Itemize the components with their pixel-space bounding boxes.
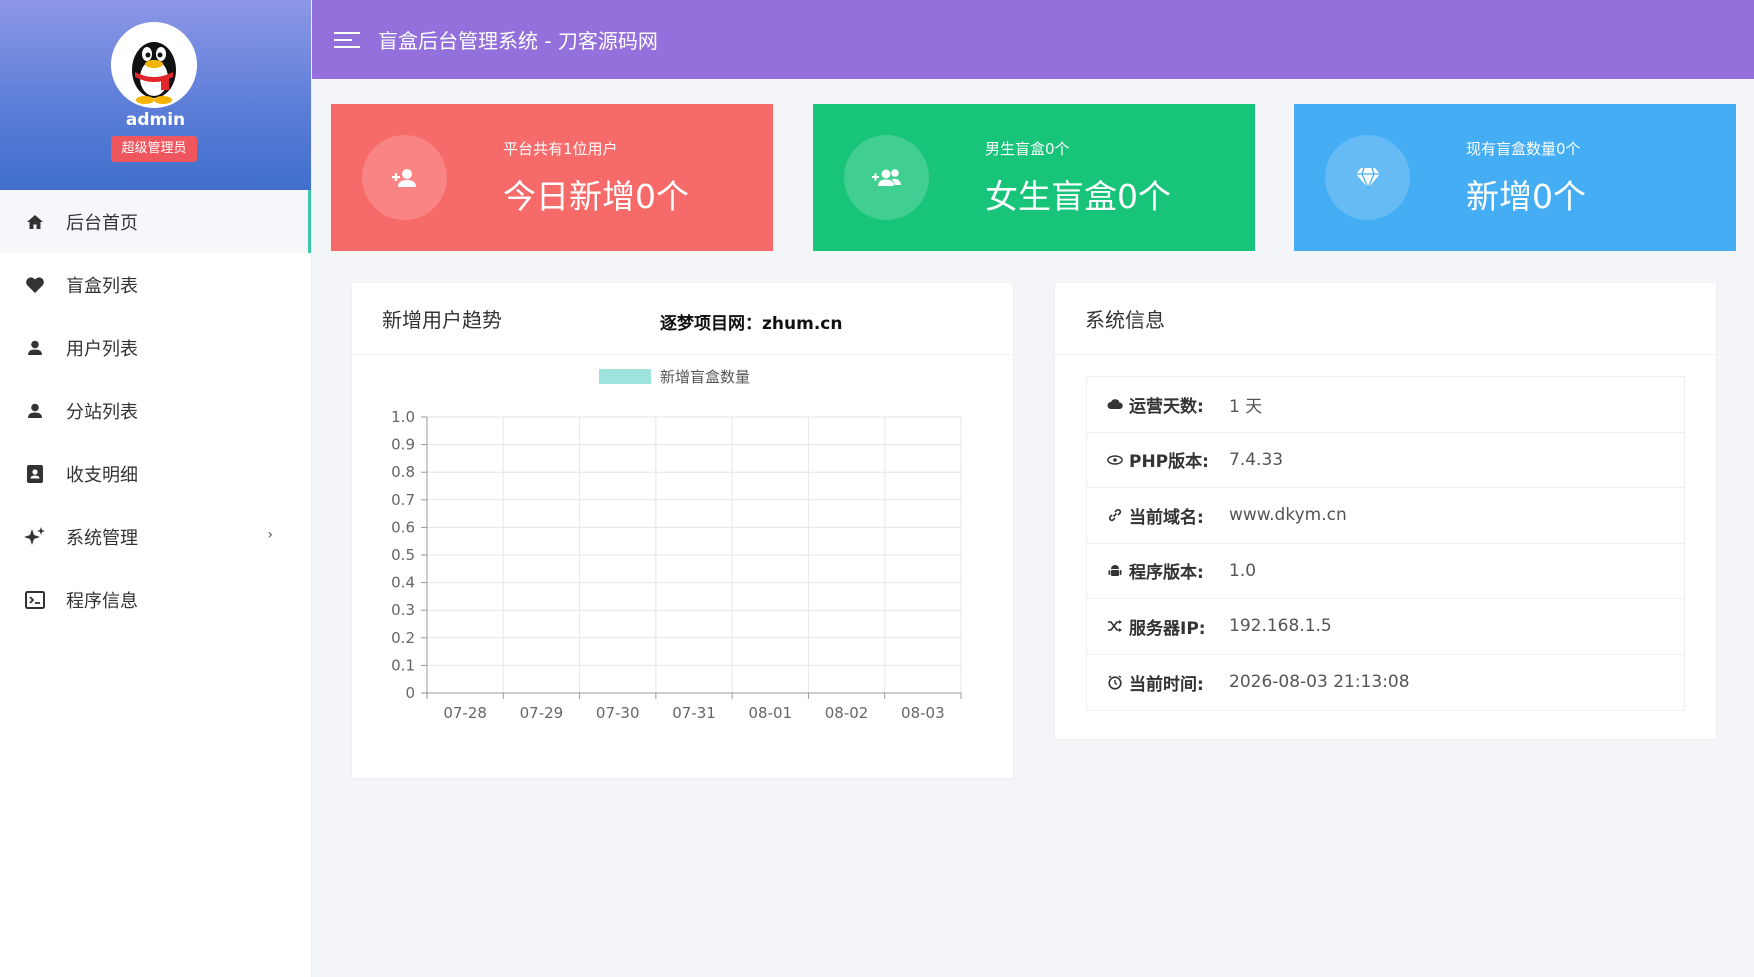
stat-card-subtitle: 现有盲盒数量0个 (1466, 140, 1581, 158)
users-add-icon (844, 135, 929, 220)
link-icon (1107, 507, 1123, 523)
y-tick-label: 0.9 (391, 436, 415, 454)
page-title: 盲盒后台管理系统 - 刀客源码网 (378, 29, 658, 53)
android-icon (1107, 563, 1123, 579)
sidebar-item-blindbox-list[interactable]: 盲盒列表 (0, 253, 311, 316)
info-label: PHP版本: (1129, 452, 1209, 473)
info-value[interactable]: www.dkym.cn (1229, 505, 1347, 525)
system-info-panel: 系统信息 运营天数: 1 天 PHP版本: 7.4.33 当前域名: www.d… (1054, 282, 1717, 740)
contact-book-icon (24, 463, 46, 485)
info-label: 当前时间: (1129, 674, 1204, 695)
watermark-text: 逐梦项目网：zhum.cn (660, 314, 843, 334)
sidebar-item-label: 盲盒列表 (66, 275, 138, 297)
sidebar-item-label: 用户列表 (66, 338, 138, 360)
trend-chart-panel: 新增用户趋势 逐梦项目网：zhum.cn 新增盲盒数量 0 0.1 0.2 0.3 0.4… (351, 282, 1014, 779)
y-tick-label: 1.0 (391, 408, 415, 426)
info-value: 192.168.1.5 (1229, 616, 1332, 637)
stat-card-value: 新增0个 (1466, 177, 1586, 216)
y-tick-label: 0.3 (391, 601, 415, 619)
info-label: 程序版本: (1129, 563, 1204, 584)
stat-card-value: 女生盲盒0个 (985, 177, 1171, 216)
info-row-domain: 当前域名: www.dkym.cn (1087, 488, 1684, 544)
sidebar-item-finance-detail[interactable]: 收支明细 (0, 442, 311, 505)
sidebar-item-system-management[interactable]: 系统管理 › (0, 505, 311, 568)
legend-label: 新增盲盒数量 (660, 368, 750, 386)
trend-panel-header: 新增用户趋势 逐梦项目网：zhum.cn (352, 283, 1013, 355)
stat-card-users: 平台共有1位用户 今日新增0个 (331, 104, 773, 251)
y-tick-label: 0.6 (391, 518, 415, 536)
info-value: 2026-08-03 21:13:08 (1229, 672, 1410, 693)
y-tick-label: 0.2 (391, 629, 415, 647)
sidebar-item-label: 后台首页 (66, 212, 138, 234)
sidebar-item-label: 程序信息 (66, 590, 138, 612)
sidebar: admin 超级管理员 后台首页 盲盒列表 用户列表 分站列表 收支明细 系统管… (0, 0, 312, 977)
y-tick-label: 0.4 (391, 574, 415, 592)
x-tick-label: 07-28 (443, 704, 487, 722)
sidebar-item-label: 分站列表 (66, 401, 138, 423)
sidebar-item-label: 系统管理 (66, 527, 138, 549)
info-row-php-version: PHP版本: 7.4.33 (1087, 433, 1684, 488)
stat-card-subtitle: 平台共有1位用户 (503, 140, 618, 158)
eye-icon (1107, 452, 1123, 468)
stat-card-inventory: 现有盲盒数量0个 新增0个 (1294, 104, 1736, 251)
user-add-icon (362, 135, 447, 220)
role-badge: 超级管理员 (111, 136, 197, 162)
y-tick-label: 0.7 (391, 491, 415, 509)
panel-title: 系统信息 (1085, 308, 1165, 332)
profile-panel: admin 超级管理员 (0, 0, 311, 190)
x-tick-label: 08-01 (748, 704, 792, 722)
x-tick-label: 08-02 (825, 704, 869, 722)
info-row-uptime: 运营天数: 1 天 (1087, 377, 1684, 433)
stat-card-subtitle: 男生盲盒0个 (985, 140, 1070, 158)
diamond-icon (1325, 135, 1410, 220)
info-label: 服务器IP: (1129, 618, 1206, 639)
penguin-avatar-icon (111, 22, 197, 108)
avatar[interactable] (111, 22, 197, 108)
x-tick-label: 07-29 (520, 704, 564, 722)
info-row-server-ip: 服务器IP: 192.168.1.5 (1087, 599, 1684, 655)
info-label: 运营天数: (1129, 396, 1204, 417)
panel-title: 新增用户趋势 (382, 308, 502, 332)
legend-swatch (599, 369, 651, 384)
info-row-current-time: 当前时间: 2026-08-03 21:13:08 (1087, 655, 1684, 711)
user-icon (24, 400, 46, 422)
sidebar-item-user-list[interactable]: 用户列表 (0, 316, 311, 379)
home-icon (24, 211, 46, 233)
clock-icon (1107, 674, 1123, 690)
info-row-program-version: 程序版本: 1.0 (1087, 544, 1684, 599)
info-value: 7.4.33 (1229, 449, 1284, 470)
user-icon (24, 337, 46, 359)
system-panel-header: 系统信息 (1055, 283, 1716, 355)
info-value: 1.0 (1229, 560, 1257, 581)
stat-card-boxes: 男生盲盒0个 女生盲盒0个 (813, 104, 1255, 251)
menu-toggle-icon[interactable] (334, 29, 362, 51)
y-tick-label: 0.1 (391, 656, 415, 674)
sparkle-icon (24, 526, 46, 548)
sidebar-item-home[interactable]: 后台首页 (0, 190, 311, 253)
x-tick-label: 07-31 (672, 704, 716, 722)
sidebar-menu: 后台首页 盲盒列表 用户列表 分站列表 收支明细 系统管理 › 程序信息 (0, 190, 311, 631)
terminal-icon (24, 589, 46, 611)
top-header: 盲盒后台管理系统 - 刀客源码网 (312, 0, 1754, 79)
x-tick-label: 07-30 (596, 704, 640, 722)
sidebar-item-label: 收支明细 (66, 464, 138, 486)
y-tick-label: 0.5 (391, 546, 415, 564)
system-info-table: 运营天数: 1 天 PHP版本: 7.4.33 当前域名: www.dkym.c… (1086, 376, 1685, 711)
sidebar-item-program-info[interactable]: 程序信息 (0, 568, 311, 631)
stat-card-value: 今日新增0个 (503, 177, 689, 216)
sidebar-item-substation-list[interactable]: 分站列表 (0, 379, 311, 442)
shuffle-icon (1107, 618, 1123, 634)
heart-icon (24, 274, 46, 296)
y-tick-label: 0 (405, 684, 415, 702)
trend-chart: 新增盲盒数量 0 0.1 0.2 0.3 0.4 0.5 0.6 0.7 0.8 0.9 1.0 07-… (391, 368, 962, 722)
info-value: 1 天 (1229, 396, 1263, 417)
y-tick-label: 0.8 (391, 463, 415, 481)
x-tick-label: 08-03 (901, 704, 945, 722)
chevron-right-icon: › (267, 527, 273, 543)
cloud-icon (1107, 396, 1123, 412)
profile-name: admin (125, 110, 186, 130)
info-label: 当前域名: (1129, 507, 1204, 528)
